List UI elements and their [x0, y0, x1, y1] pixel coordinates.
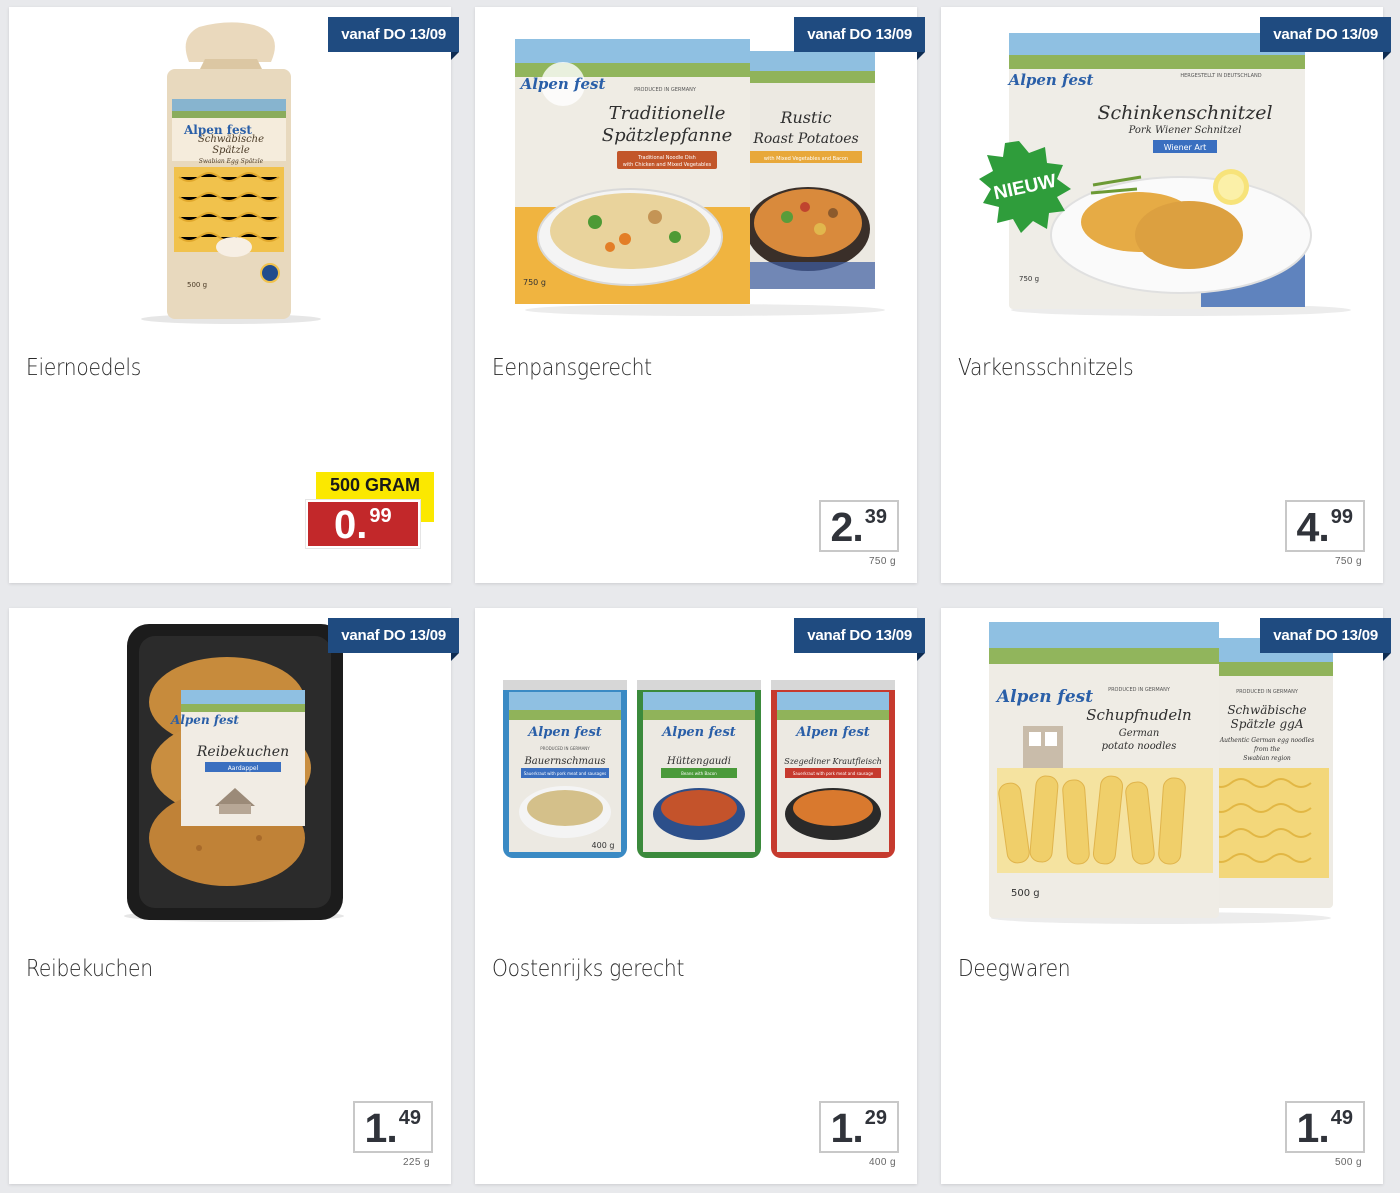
pack-line-6: Roast Potatoes — [752, 131, 858, 147]
pack-line-2: German — [1119, 728, 1160, 739]
price-integer: 1. — [830, 1105, 864, 1151]
product-card-reibekuchen[interactable]: Alpen fest Reibekuchen Aardappel vanaf D… — [9, 608, 459, 1184]
date-ribbon: vanaf DO 13/09 — [1260, 618, 1391, 661]
price-tag-red: 0. 99 — [306, 500, 420, 548]
price-box: 1. 29 — [818, 1101, 899, 1153]
unit-weight: 225 g — [402, 1157, 430, 1168]
pack-line-1: Schinkenschnitzel — [1097, 102, 1272, 124]
product-image-oostenrijks-gerecht: Alpen fest PRODUCED IN GERMANY Bauernsch… — [503, 680, 895, 858]
brand-logo: Alpen fest — [660, 725, 736, 740]
pack-line-1: Bauernschmaus — [523, 756, 605, 767]
price-box: 2. 39 — [818, 500, 899, 552]
product-card-varkensschnitzels[interactable]: Alpen fest HERGESTELLT IN DEUTSCHLAND Sc… — [941, 7, 1391, 583]
pack-line-1: Schupfnudeln — [1086, 706, 1191, 724]
pack-line-2: Pork Wiener Schnitzel — [1128, 125, 1242, 136]
price-integer: 2. — [830, 504, 864, 550]
product-image-eenpansgerecht: Alpen fest PRODUCED IN GERMANY Tradition… — [515, 39, 885, 316]
can-1: Alpen fest PRODUCED IN GERMANY Bauernsch… — [503, 680, 627, 858]
pack-line-1: Reibekuchen — [196, 744, 289, 760]
price-decimal: 29 — [864, 1107, 887, 1129]
price-integer: 1. — [364, 1105, 398, 1151]
product-card-oostenrijks-gerecht[interactable]: Alpen fest PRODUCED IN GERMANY Bauernsch… — [475, 608, 925, 1184]
pack-produced: PRODUCED IN GERMANY — [1108, 687, 1171, 693]
pack-line-3: potato noodles — [1102, 741, 1177, 752]
date-ribbon: vanaf DO 13/09 — [794, 618, 925, 661]
brand-logo: Alpen fest — [526, 725, 602, 740]
unit-weight: 750 g — [1334, 556, 1362, 567]
pack-line-6: Sauerkraut with pork meat and sausage — [793, 771, 874, 776]
product-image-varkensschnitzels: Alpen fest HERGESTELLT IN DEUTSCHLAND Sc… — [979, 33, 1351, 316]
unit-weight: 750 g — [868, 556, 896, 567]
pack-weight: 750 g — [1019, 275, 1039, 283]
price-decimal: 49 — [398, 1107, 421, 1129]
product-card-eiernoedels[interactable]: Schwäbische Spätzle Swabian Egg Spätzle … — [9, 7, 459, 583]
pack-line-5: Szegediner Krautfleisch — [784, 757, 882, 766]
product-title[interactable]: Eiernoedels — [26, 355, 141, 381]
price-decimal: 49 — [1330, 1107, 1353, 1129]
unit-weight: 500 g — [1334, 1157, 1362, 1168]
pack-line-1: Traditionelle — [609, 103, 726, 124]
pack-line-3: Swabian Egg Spätzle — [199, 158, 264, 165]
pack-line-2: Sauerkraut with pork meat and sausages — [524, 771, 607, 776]
price-decimal: 99 — [369, 505, 392, 527]
price-decimal: 39 — [864, 506, 887, 528]
pack-line-3: Traditional Noodle Dish — [637, 155, 696, 161]
product-title[interactable]: Deegwaren — [958, 956, 1071, 982]
product-image-reibekuchen: Alpen fest Reibekuchen Aardappel — [124, 624, 344, 922]
date-ribbon: vanaf DO 13/09 — [1260, 17, 1391, 60]
date-ribbon: vanaf DO 13/09 — [328, 618, 459, 661]
pack-weight: 400 g — [592, 841, 615, 850]
pack-line-5: Spätzle ggA — [1231, 717, 1304, 731]
pack-line-2: Spätzle — [212, 145, 250, 156]
brand-logo: Alpen fest — [519, 75, 606, 93]
brand-logo: Alpen fest — [995, 687, 1093, 707]
pack-line-8: Swabian region — [1243, 755, 1291, 762]
pack-line-2: Aardappel — [228, 765, 259, 772]
pack-produced: PRODUCED IN GERMANY — [540, 746, 590, 751]
pack-line-4: Beans with Bacon — [681, 771, 717, 776]
price-integer: 0. — [334, 503, 368, 547]
date-ribbon: vanaf DO 13/09 — [328, 17, 459, 60]
pack-produced: PRODUCED IN GERMANY — [634, 87, 697, 93]
pack-line-4: Schwäbische — [1227, 703, 1306, 717]
price-integer: 1. — [1296, 1105, 1330, 1151]
product-image-deegwaren: Alpen fest PRODUCED IN GERMANY Schupfnud… — [989, 622, 1333, 924]
pack-produced: HERGESTELLT IN DEUTSCHLAND — [1180, 73, 1261, 79]
date-ribbon: vanaf DO 13/09 — [794, 17, 925, 60]
pack-line-2: Spätzlepfanne — [602, 125, 732, 146]
brand-logo: Alpen fest — [1007, 71, 1094, 89]
price-decimal: 99 — [1330, 506, 1353, 528]
pack-weight: 750 g — [523, 278, 546, 287]
product-card-deegwaren[interactable]: Alpen fest PRODUCED IN GERMANY Schupfnud… — [941, 608, 1391, 1184]
product-title[interactable]: Eenpansgerecht — [492, 355, 652, 381]
pack-line-7: with Mixed Vegetables and Bacon — [764, 156, 848, 162]
pack-line-3: Wiener Art — [1164, 143, 1207, 152]
can-3: Alpen fest Szegediner Krautfleisch Sauer… — [771, 680, 895, 858]
product-card-eenpansgerecht[interactable]: Alpen fest PRODUCED IN GERMANY Tradition… — [475, 7, 925, 583]
price-integer: 4. — [1296, 504, 1330, 550]
product-title[interactable]: Varkensschnitzels — [958, 355, 1134, 381]
pack-line-7: from the — [1253, 746, 1281, 753]
brand-logo: Alpen fest — [794, 725, 870, 740]
promo-quantity-label: 500 GRAM — [329, 475, 421, 495]
price-box: 1. 49 — [1284, 1101, 1365, 1153]
price-box: 4. 99 — [1284, 500, 1365, 552]
brand-logo: Alpen fest — [183, 123, 252, 137]
product-title[interactable]: Reibekuchen — [26, 956, 153, 982]
pack-weight: 500 g — [1011, 888, 1040, 899]
can-2: Alpen fest Hüttengaudi Beans with Bacon — [637, 680, 761, 858]
pack-weight: 500 g — [187, 281, 207, 289]
product-title[interactable]: Oostenrijks gerecht — [492, 956, 684, 982]
pack-line-4: with Chicken and Mixed Vegetables — [623, 162, 712, 168]
unit-weight: 400 g — [868, 1157, 896, 1168]
product-image-eiernoedels: Schwäbische Spätzle Swabian Egg Spätzle … — [141, 22, 321, 324]
pack-line-6: Authentic German egg noodles — [1219, 737, 1314, 744]
brand-logo: Alpen fest — [170, 713, 239, 727]
pack-line-3: Hüttengaudi — [666, 756, 731, 767]
price-box: 1. 49 — [352, 1101, 433, 1153]
pack-produced-2: PRODUCED IN GERMANY — [1236, 689, 1299, 695]
pack-line-5: Rustic — [779, 108, 831, 127]
